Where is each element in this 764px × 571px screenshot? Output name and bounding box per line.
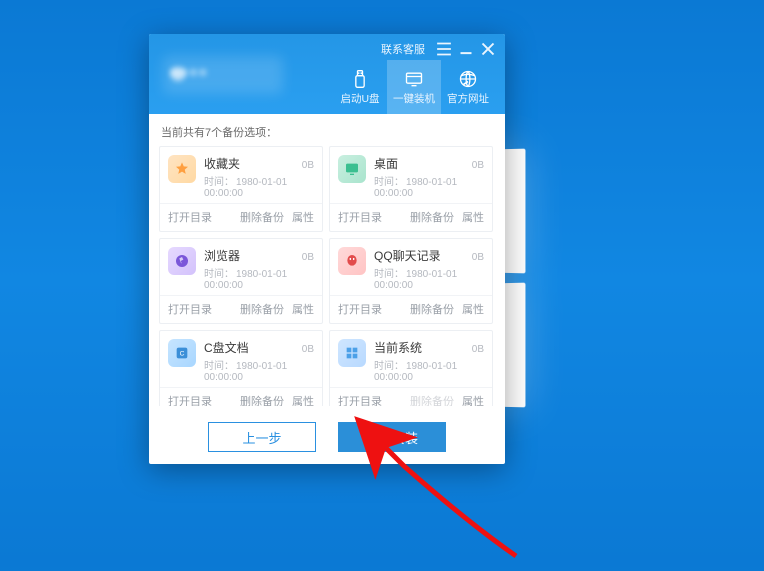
- properties-link[interactable]: 属性: [462, 209, 484, 225]
- properties-link[interactable]: 属性: [292, 393, 314, 406]
- backup-time: 时间：1980-01-01 00:00:00: [374, 173, 484, 199]
- backup-time: 时间：1980-01-01 00:00:00: [204, 357, 314, 383]
- cdisk-icon: C: [168, 339, 196, 367]
- backup-time: 时间：1980-01-01 00:00:00: [204, 265, 314, 291]
- backup-card: 收藏夹 0B 时间：1980-01-01 00:00:00 打开目录 删除备份属性: [159, 146, 323, 232]
- open-dir-link[interactable]: 打开目录: [168, 301, 212, 317]
- open-dir-link[interactable]: 打开目录: [338, 209, 382, 225]
- prev-button[interactable]: 上一步: [208, 422, 316, 452]
- minimize-icon[interactable]: [455, 40, 477, 58]
- delete-backup-link[interactable]: 删除备份: [240, 209, 284, 225]
- open-dir-link[interactable]: 打开目录: [168, 209, 212, 225]
- delete-backup-link[interactable]: 删除备份: [240, 301, 284, 317]
- header-tabs: 启动U盘 一键装机 官方网址: [333, 60, 495, 114]
- backup-size: 0B: [302, 252, 314, 263]
- tab-website[interactable]: 官方网址: [441, 60, 495, 114]
- window-titlebar: 联系客服: [373, 38, 499, 60]
- backup-card: C C盘文档 0B 时间：1980-01-01 00:00:00 打开目录 删除备份属性: [159, 330, 323, 406]
- properties-link[interactable]: 属性: [462, 393, 484, 406]
- backup-grid: 收藏夹0B时间：1980-01-01 00:00:00打开目录删除备份属性桌面0…: [159, 146, 495, 406]
- backup-card: 当前系统 0B 时间：1980-01-01 00:00:00 打开目录 删除备份属性: [329, 330, 493, 406]
- star-icon: [168, 155, 196, 183]
- backup-card: 桌面 0B 时间：1980-01-01 00:00:00 打开目录 删除备份属性: [329, 146, 493, 232]
- backup-name: 桌面: [374, 155, 398, 172]
- backup-name: 收藏夹: [204, 155, 240, 172]
- open-dir-link[interactable]: 打开目录: [168, 393, 212, 406]
- backup-size: 0B: [472, 344, 484, 355]
- backup-time: 时间：1980-01-01 00:00:00: [374, 265, 484, 291]
- backup-time: 时间：1980-01-01 00:00:00: [204, 173, 314, 199]
- backup-name: 浏览器: [204, 247, 240, 264]
- installer-footer: 上一步 开始安装: [149, 410, 505, 464]
- backup-name: QQ聊天记录: [374, 247, 441, 264]
- properties-link[interactable]: 属性: [462, 301, 484, 317]
- backup-name: C盘文档: [204, 339, 249, 356]
- open-dir-link[interactable]: 打开目录: [338, 393, 382, 406]
- installer-window: ●●●● 联系客服 启动U盘 一键装机 官方: [149, 34, 505, 464]
- browser-icon: [168, 247, 196, 275]
- delete-backup-link[interactable]: 删除备份: [410, 301, 454, 317]
- start-install-button[interactable]: 开始安装: [338, 422, 446, 452]
- backup-time: 时间：1980-01-01 00:00:00: [374, 357, 484, 383]
- backup-count-label: 当前共有7个备份选项：: [159, 122, 495, 146]
- backup-card: QQ聊天记录 0B 时间：1980-01-01 00:00:00 打开目录 删除备份属性: [329, 238, 493, 324]
- installer-body: 当前共有7个备份选项： 收藏夹 0B 时间：1980-01-01 00:00:00 打…: [149, 114, 505, 410]
- qq-icon: [338, 247, 366, 275]
- menu-icon[interactable]: [433, 40, 455, 58]
- close-icon[interactable]: [477, 40, 499, 58]
- open-dir-link[interactable]: 打开目录: [338, 301, 382, 317]
- backup-card: 浏览器 0B 时间：1980-01-01 00:00:00 打开目录 删除备份属性: [159, 238, 323, 324]
- delete-backup-link[interactable]: 删除备份: [240, 393, 284, 406]
- os-icon: [338, 339, 366, 367]
- installer-header: ●●●● 联系客服 启动U盘 一键装机 官方: [149, 34, 505, 114]
- backup-size: 0B: [302, 160, 314, 171]
- backup-size: 0B: [302, 344, 314, 355]
- customer-service-link[interactable]: 联系客服: [373, 38, 433, 60]
- svg-text:C: C: [180, 351, 185, 358]
- tab-usb[interactable]: 启动U盘: [333, 60, 387, 114]
- properties-link[interactable]: 属性: [292, 209, 314, 225]
- desktop-icon: [338, 155, 366, 183]
- backup-name: 当前系统: [374, 339, 422, 356]
- delete-backup-link: 删除备份: [410, 393, 454, 406]
- delete-backup-link[interactable]: 删除备份: [410, 209, 454, 225]
- backup-size: 0B: [472, 252, 484, 263]
- backup-size: 0B: [472, 160, 484, 171]
- tab-install[interactable]: 一键装机: [387, 60, 441, 114]
- properties-link[interactable]: 属性: [292, 301, 314, 317]
